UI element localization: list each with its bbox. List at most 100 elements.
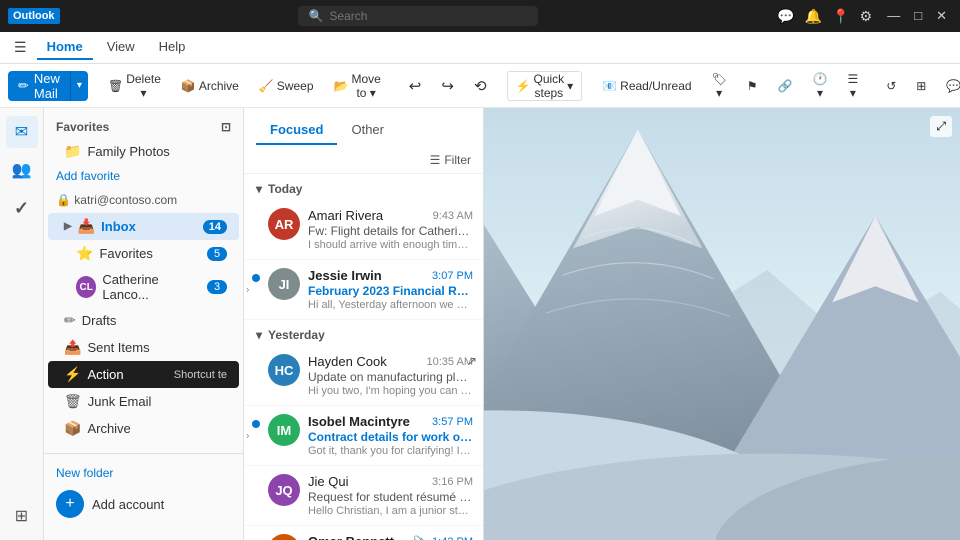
nav-item-sent[interactable]: 📤 Sent Items xyxy=(48,334,239,361)
nav-item-catherine[interactable]: CL Catherine Lanco... 3 xyxy=(48,267,239,307)
notification-icon[interactable]: 🔔 xyxy=(805,8,822,25)
expand-arrow: ▶ xyxy=(64,221,72,232)
inbox-icon: 📥 xyxy=(78,218,95,235)
isobel-sender: Isobel Macintyre xyxy=(308,414,410,429)
mail-item-4[interactable]: IM Isobel Macintyre 3:57 PM Contract det… xyxy=(244,406,483,466)
jie-avatar: JQ xyxy=(268,474,300,506)
inbox-badge: 14 xyxy=(203,220,227,234)
tab-focused[interactable]: Focused xyxy=(256,116,337,145)
sidebar-icon-tasks[interactable]: ✓ xyxy=(6,192,38,224)
add-favorite-link[interactable]: Add favorite xyxy=(44,165,243,187)
mail-item-3[interactable]: HC Hayden Cook 10:35 AM Update on manufa… xyxy=(244,346,483,406)
quicksteps-icon: ⚡ xyxy=(516,79,531,93)
section-yesterday[interactable]: ▾ Yesterday xyxy=(244,320,483,346)
menu-bar: ☰ Home View Help xyxy=(0,32,960,64)
comment-button[interactable]: 💬 xyxy=(938,71,960,101)
grid-button[interactable]: ⊞ xyxy=(908,71,934,101)
jessie-avatar: JI xyxy=(268,268,300,300)
favorites-badge: 5 xyxy=(207,247,227,261)
expand-chevron-4: › xyxy=(246,430,249,441)
delete-icon: 🗑 xyxy=(108,79,123,93)
flag-button[interactable]: ⚑ xyxy=(739,71,766,101)
close-button[interactable]: ✕ xyxy=(931,6,952,26)
new-mail-dropdown[interactable]: ▾ xyxy=(71,71,88,101)
jie-time: 3:16 PM xyxy=(432,476,473,488)
tag-button[interactable]: 🏷 ▾ xyxy=(704,71,735,101)
nav-item-drafts[interactable]: ✏ Drafts xyxy=(48,307,239,334)
nav-item-family-photos[interactable]: 📁 Family Photos xyxy=(48,138,239,165)
family-photos-label: Family Photos xyxy=(87,144,169,159)
jessie-sender: Jessie Irwin xyxy=(308,268,382,283)
settings-icon[interactable]: ⚙ xyxy=(860,8,873,25)
new-folder-link[interactable]: New folder xyxy=(44,462,243,484)
minimize-button[interactable]: — xyxy=(882,6,905,26)
title-bar-right: 💬 🔔 📍 ⚙ — □ ✕ xyxy=(777,6,952,26)
maximize-button[interactable]: □ xyxy=(909,6,927,26)
collapse-icon-yesterday: ▾ xyxy=(256,328,262,342)
mail-tabs: Focused Other xyxy=(256,116,471,145)
nav-item-favorites[interactable]: ⭐ Favorites 5 xyxy=(48,240,239,267)
undo-button[interactable]: ↺ xyxy=(878,71,904,101)
expand-chevron-2: › xyxy=(246,284,249,295)
archive-icon: 📦 xyxy=(181,79,196,93)
sweep-button[interactable]: 🧹 Sweep xyxy=(251,71,322,101)
isobel-preview: Got it, thank you for clarifying! In tha… xyxy=(308,445,473,457)
view-button[interactable]: ☰ ▾ xyxy=(839,71,866,101)
new-mail-main[interactable]: ✏ New Mail xyxy=(8,71,71,101)
sidebar-icon-contacts[interactable]: 👥 xyxy=(6,154,38,186)
quick-steps-button[interactable]: ⚡ Quick steps ▾ xyxy=(507,71,583,101)
tab-other[interactable]: Other xyxy=(337,116,398,145)
expand-icon: ⊡ xyxy=(221,120,231,134)
lock-icon: 🔒 xyxy=(56,193,71,207)
mail-item-5[interactable]: JQ Jie Qui 3:16 PM Request for student r… xyxy=(244,466,483,526)
omar-content: Omar Bennett 📎 1:42 PM Tailwinds (New Cl… xyxy=(308,534,473,540)
junk-icon: 🗑 xyxy=(64,393,82,410)
action-icon: ⚡ xyxy=(64,366,81,383)
nav-item-action[interactable]: ⚡ Action Shortcut te xyxy=(48,361,239,388)
hamburger-menu[interactable]: ☰ xyxy=(8,35,33,60)
time-button[interactable]: 🕐 ▾ xyxy=(805,71,836,101)
tab-home[interactable]: Home xyxy=(37,35,93,60)
main-layout: ✉ 👥 ✓ ⊞ Favorites ⊡ 📁 Family Photos Add … xyxy=(0,108,960,540)
sidebar-icon-mail[interactable]: ✉ xyxy=(6,116,38,148)
mail-list-body: ▾ Today AR Amari Rivera 9:43 AM Fw: Flig… xyxy=(244,174,483,540)
add-account-item[interactable]: + Add account xyxy=(44,484,243,524)
section-today[interactable]: ▾ Today xyxy=(244,174,483,200)
amari-content: Amari Rivera 9:43 AM Fw: Flight details … xyxy=(308,208,473,251)
mail-item-6[interactable]: OB Omar Bennett 📎 1:42 PM Tailwinds (New… xyxy=(244,526,483,540)
link-button[interactable]: 🔗 xyxy=(770,71,801,101)
delete-button[interactable]: 🗑 Delete ▾ xyxy=(100,71,169,101)
yesterday-label: Yesterday xyxy=(268,328,325,342)
nav-item-inbox[interactable]: ▶ 📥 Inbox 14 xyxy=(48,213,239,240)
archive-button[interactable]: 📦 Archive xyxy=(173,71,247,101)
nav-item-junk[interactable]: 🗑 Junk Email xyxy=(48,388,239,415)
new-mail-button[interactable]: ✏ New Mail ▾ xyxy=(8,71,88,101)
nav-bottom: New folder + Add account xyxy=(44,453,243,532)
add-account-label: Add account xyxy=(92,497,164,512)
nav-item-archive[interactable]: 📦 Archive xyxy=(48,415,239,442)
sidebar-icon-apps[interactable]: ⊞ xyxy=(6,500,38,532)
forward-button[interactable]: ⟲ xyxy=(466,71,495,101)
archive-label: Archive xyxy=(87,421,130,436)
read-unread-button[interactable]: 📧 Read/Unread xyxy=(594,71,699,101)
chat-icon[interactable]: 💬 xyxy=(777,8,794,25)
mail-list-header: Focused Other ☰ Filter xyxy=(244,108,483,174)
location-icon[interactable]: 📍 xyxy=(832,8,849,25)
search-bar[interactable]: 🔍 xyxy=(298,6,538,26)
mail-item-1[interactable]: AR Amari Rivera 9:43 AM Fw: Flight detai… xyxy=(244,200,483,260)
nav-favorites-header[interactable]: Favorites ⊡ xyxy=(44,116,243,138)
search-input[interactable] xyxy=(329,9,509,23)
tab-help[interactable]: Help xyxy=(149,35,196,60)
amari-time: 9:43 AM xyxy=(433,210,473,222)
expand-reading-pane-button[interactable]: ⤢ xyxy=(930,116,952,137)
move-to-button[interactable]: 📂 Move to ▾ xyxy=(326,71,389,101)
omar-sender: Omar Bennett xyxy=(308,534,394,540)
tab-view[interactable]: View xyxy=(97,35,145,60)
mail-item-2[interactable]: JI Jessie Irwin 3:07 PM February 2023 Fi… xyxy=(244,260,483,320)
reply-button[interactable]: ↩ xyxy=(401,71,430,101)
reading-pane: ⤢ xyxy=(484,108,960,540)
reply-all-button[interactable]: ↪ xyxy=(433,71,462,101)
filter-button[interactable]: ☰ Filter xyxy=(256,151,471,169)
mountain-svg xyxy=(484,108,960,540)
catherine-badge: 3 xyxy=(207,280,227,294)
